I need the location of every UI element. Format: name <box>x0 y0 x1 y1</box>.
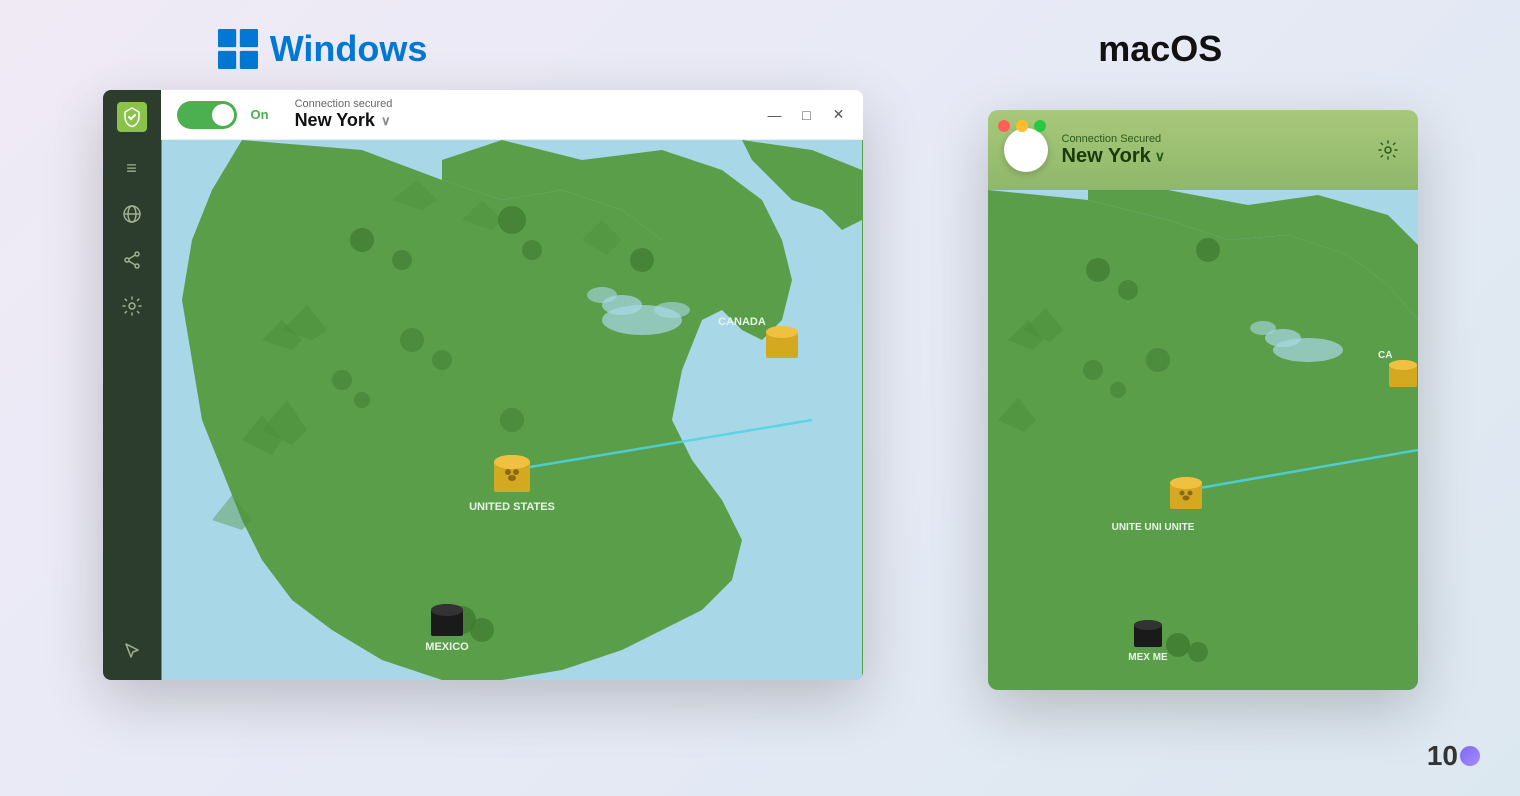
win-close-btn[interactable]: ✕ <box>831 107 847 123</box>
mac-map-svg: CA UNITE UNI UNITE MEX ME <box>988 190 1418 690</box>
win-maximize-btn[interactable]: □ <box>799 107 815 123</box>
win-location[interactable]: New York ∨ <box>295 110 393 131</box>
windows-app: ≡ <box>103 90 863 680</box>
win-connection-secured-text: Connection secured <box>295 98 393 110</box>
hamburger-icon: ≡ <box>126 158 137 179</box>
mac-map: CA UNITE UNI UNITE MEX ME <box>988 190 1418 690</box>
sidebar-settings[interactable] <box>114 288 150 324</box>
mac-location[interactable]: New York ∨ <box>1062 145 1374 168</box>
svg-text:UNITE UNI UNITE: UNITE UNI UNITE <box>1111 522 1194 533</box>
win-map: CANADA UNITED STATES MEXICO <box>161 140 863 680</box>
windows-label: Windows <box>270 28 428 70</box>
svg-text:CANADA: CANADA <box>718 316 766 328</box>
svg-text:MEXICO: MEXICO <box>425 641 469 653</box>
mac-settings-btn[interactable] <box>1374 136 1402 164</box>
mac-location-chevron: ∨ <box>1155 148 1165 165</box>
macos-label: macOS <box>1098 28 1222 69</box>
win-window-controls: — □ ✕ <box>767 107 847 123</box>
ten-number: 10 <box>1427 740 1458 772</box>
location-chevron: ∨ <box>381 113 391 129</box>
windows-logo-icon <box>218 29 258 69</box>
mac-titlebar: Connection Secured New York ∨ <box>988 110 1418 190</box>
ten-badge: 10 <box>1427 740 1480 772</box>
win-map-svg: CANADA UNITED STATES MEXICO <box>161 140 863 680</box>
ten-circle-icon <box>1460 746 1480 766</box>
app-logo <box>117 102 147 132</box>
win-toggle-area: On Connection secured New York ∨ <box>177 98 767 131</box>
windows-platform-title: Windows <box>218 28 428 70</box>
cursor-icon <box>124 642 140 658</box>
mac-connection-info: Connection Secured New York ∨ <box>1062 133 1374 168</box>
svg-text:UNITED STATES: UNITED STATES <box>469 501 555 513</box>
sidebar-globe[interactable] <box>114 196 150 232</box>
header-row: Windows macOS <box>0 0 1520 90</box>
gear-icon <box>1378 140 1398 160</box>
win-main: On Connection secured New York ∨ — □ ✕ <box>161 90 863 680</box>
mac-toggle-switch[interactable] <box>1004 128 1048 172</box>
macos-platform-title: macOS <box>1098 28 1222 70</box>
mac-maximize-btn[interactable] <box>1034 120 1046 132</box>
svg-text:CA: CA <box>1378 350 1392 361</box>
mac-window-buttons <box>998 120 1046 132</box>
sidebar-share[interactable] <box>114 242 150 278</box>
win-minimize-btn[interactable]: — <box>767 107 783 123</box>
sidebar-cursor[interactable] <box>114 632 150 668</box>
settings-icon <box>122 296 142 316</box>
mac-minimize-btn[interactable] <box>1016 120 1028 132</box>
share-icon <box>123 251 141 269</box>
win-titlebar: On Connection secured New York ∨ — □ ✕ <box>161 90 863 140</box>
win-toggle-label: On <box>251 107 269 122</box>
win-toggle-switch[interactable] <box>177 101 237 129</box>
win-connection-info: Connection secured New York ∨ <box>295 98 393 131</box>
toggle-knob <box>212 104 234 126</box>
globe-icon <box>122 204 142 224</box>
win-sidebar: ≡ <box>103 90 161 680</box>
mac-connection-secured-text: Connection Secured <box>1062 133 1374 145</box>
svg-text:MEX ME: MEX ME <box>1128 652 1168 663</box>
sidebar-hamburger[interactable]: ≡ <box>114 150 150 186</box>
mac-close-btn[interactable] <box>998 120 1010 132</box>
screenshots-row: ≡ <box>0 90 1520 690</box>
macos-app: Connection Secured New York ∨ <box>988 110 1418 690</box>
